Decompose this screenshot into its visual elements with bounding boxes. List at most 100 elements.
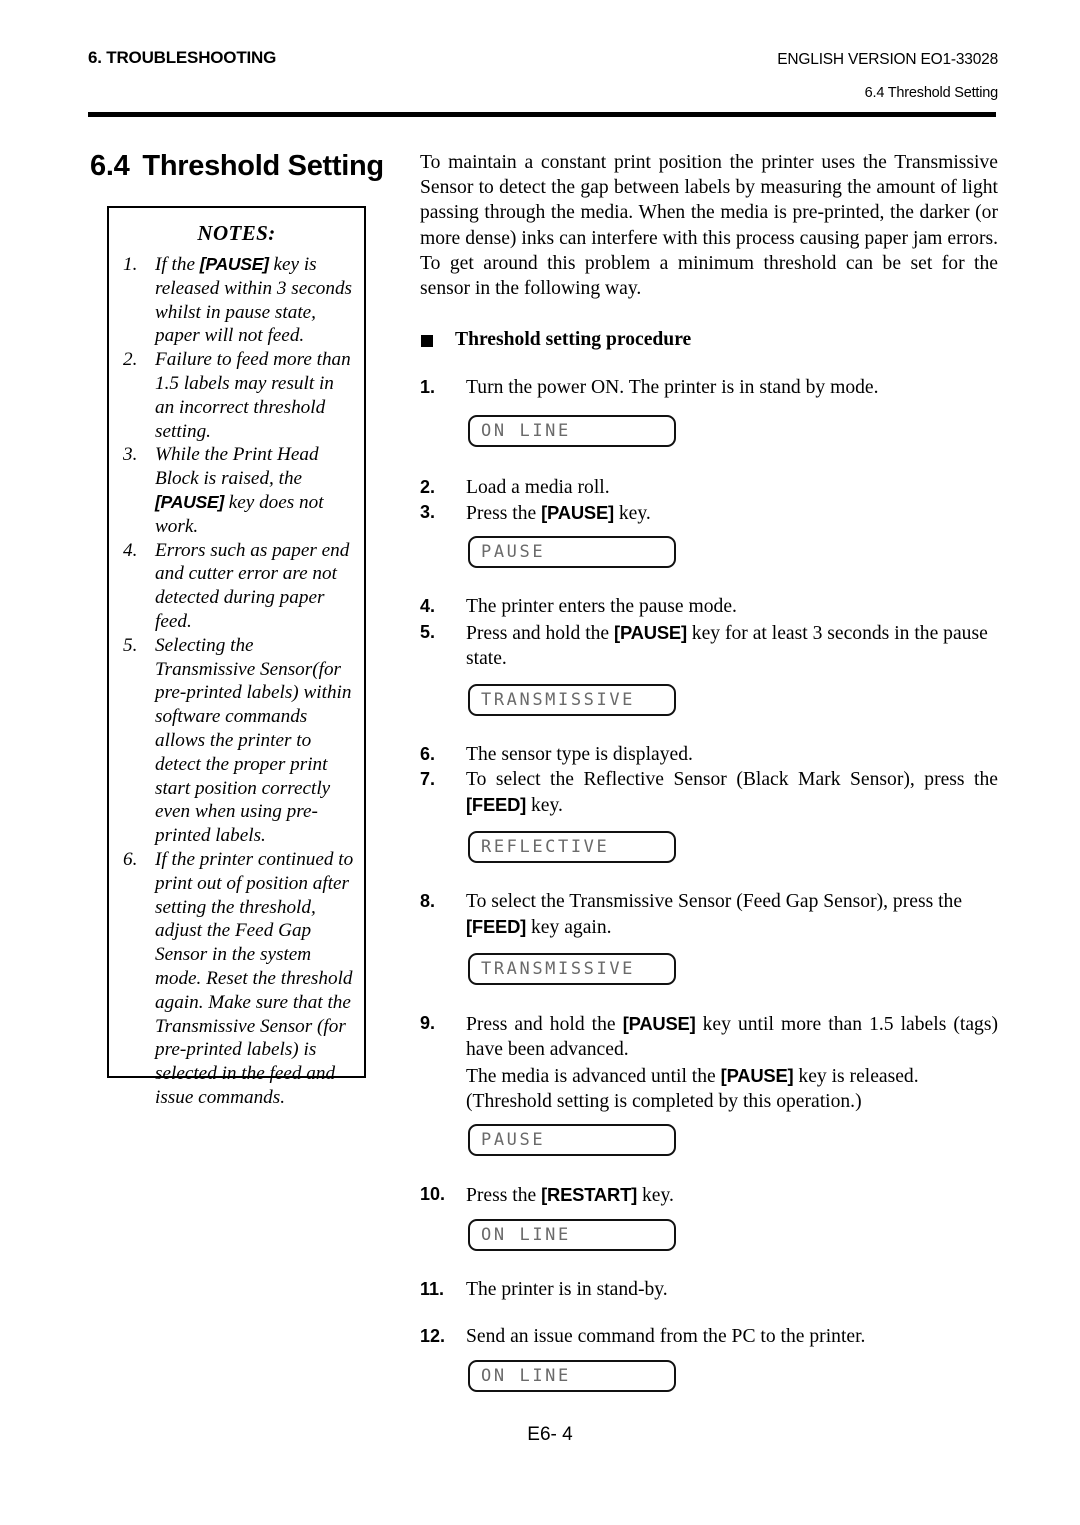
note-key-label: [PAUSE] (155, 491, 224, 512)
step-key-label: [PAUSE] (720, 1064, 794, 1086)
step-number: 4. (420, 596, 436, 617)
lcd-text: ON LINE (481, 1365, 571, 1386)
step-text: (Threshold setting is completed by this … (466, 1090, 862, 1112)
lcd-display: ON LINE (468, 1218, 676, 1251)
header-chapter-title: 6. TROUBLESHOOTING (88, 48, 277, 67)
note-number: 4. (123, 539, 138, 561)
step-text-post: key is released. (793, 1065, 919, 1087)
header-section-label: 6.4 Threshold Setting (864, 85, 999, 101)
lcd-display: TRANSMISSIVE (468, 683, 676, 716)
square-bullet-icon (421, 335, 433, 348)
step-text-post: key. (637, 1185, 674, 1207)
step-text-post: key. (526, 795, 563, 817)
step-text-post: key again. (526, 917, 612, 939)
lcd-display: ON LINE (468, 1359, 676, 1392)
main-content-column: To maintain a constant print position th… (420, 150, 998, 1392)
step-text-pre: To select the Transmissive Sensor (Feed … (466, 890, 963, 912)
notes-box: NOTES: 1. If the [PAUSE] key is released … (107, 206, 366, 1108)
procedure-heading: Threshold setting procedure (420, 329, 998, 351)
step-number: 6. (420, 743, 436, 764)
step-text: Load a media roll. (466, 476, 610, 498)
step-item: 2. Load a media roll. (420, 475, 998, 500)
lcd-text: ON LINE (481, 420, 571, 441)
step-item: 3. Press the [PAUSE] key. (420, 500, 998, 526)
lcd-text: TRANSMISSIVE (481, 689, 636, 710)
step-number: 10. (420, 1184, 446, 1205)
lcd-display: ON LINE (468, 414, 676, 447)
note-number: 3. (123, 444, 138, 466)
step-text-pre: Press and hold the (466, 622, 615, 644)
step-item: 6. The sensor type is displayed. (420, 742, 998, 767)
header-rule (88, 112, 996, 117)
note-text-pre: While the Print Head Block is raised, th… (155, 444, 319, 490)
step-item: 12. Send an issue command from the PC to … (420, 1324, 998, 1349)
note-number: 1. (123, 254, 138, 275)
step-item: 4. The printer enters the pause mode. (420, 594, 998, 619)
lcd-text: PAUSE (481, 1130, 546, 1151)
lcd-text: PAUSE (481, 542, 546, 563)
step-text-pre: Press the (466, 503, 542, 525)
note-text-pre: If the printer continued to print out of… (155, 848, 354, 1108)
intro-paragraph: To maintain a constant print position th… (420, 152, 998, 300)
step-text-pre: Press the (466, 1185, 542, 1207)
note-item: 5. Selecting the Transmissive Sensor(for … (119, 634, 356, 848)
note-text-pre: Failure to feed more than 1.5 labels may… (155, 349, 351, 442)
step-item: 7. To select the Reflective Sensor (Black… (420, 767, 998, 819)
step-key-label: [FEED] (466, 916, 527, 938)
lcd-text: REFLECTIVE (481, 836, 610, 857)
step-item: 8. To select the Transmissive Sensor (Fee… (420, 889, 998, 941)
step-key-label: [PAUSE] (541, 502, 614, 524)
step-item: 10. Press the [RESTART] key. (420, 1182, 998, 1208)
step-number: 5. (420, 621, 436, 642)
step-item: 1. Turn the power ON. The printer is in s… (420, 375, 998, 400)
note-number: 5. (123, 634, 138, 656)
step-text: Turn the power ON. The printer is in sta… (466, 377, 879, 399)
step-item: 5. Press and hold the [PAUSE] key for at … (420, 620, 998, 672)
step-number: 2. (420, 476, 436, 497)
lcd-text: ON LINE (481, 1224, 571, 1245)
step-number: 8. (420, 890, 436, 911)
step-text-pre: The media is advanced until the (466, 1065, 721, 1087)
notes-list: 1. If the [PAUSE] key is released within … (109, 253, 364, 1110)
step-number: 7. (420, 769, 436, 790)
step-item-cont: (Threshold setting is completed by this … (420, 1089, 998, 1114)
step-number: 9. (420, 1012, 436, 1033)
lcd-display: REFLECTIVE (468, 830, 676, 863)
section-title-text: Threshold Setting (142, 150, 384, 182)
note-text-pre: If the (155, 254, 200, 275)
note-number: 2. (123, 349, 138, 371)
lcd-text: TRANSMISSIVE (481, 958, 636, 979)
step-text: The sensor type is displayed. (466, 743, 693, 765)
note-text-pre: Errors such as paper end and cutter erro… (155, 539, 350, 632)
step-text-pre: To select the Reflective Sensor (Black M… (466, 769, 998, 791)
lcd-display: PAUSE (468, 536, 676, 569)
step-text: The printer is in stand-by. (466, 1278, 668, 1300)
step-item: 9. Press and hold the [PAUSE] key until m… (420, 1011, 998, 1063)
step-number: 1. (420, 377, 436, 398)
note-number: 6. (123, 848, 138, 870)
lcd-display: TRANSMISSIVE (468, 952, 676, 985)
page-title: 6.4 Threshold Setting (90, 150, 384, 183)
step-text-pre: Press and hold the (466, 1013, 623, 1035)
step-item-cont: The media is advanced until the [PAUSE] … (420, 1063, 998, 1089)
step-key-label: [PAUSE] (614, 621, 687, 643)
step-key-label: [FEED] (466, 794, 527, 816)
step-text-post: key. (613, 503, 651, 525)
step-key-label: [PAUSE] (622, 1012, 696, 1034)
step-number: 3. (420, 502, 436, 523)
header-version: ENGLISH VERSION EO1-33028 (777, 51, 998, 68)
